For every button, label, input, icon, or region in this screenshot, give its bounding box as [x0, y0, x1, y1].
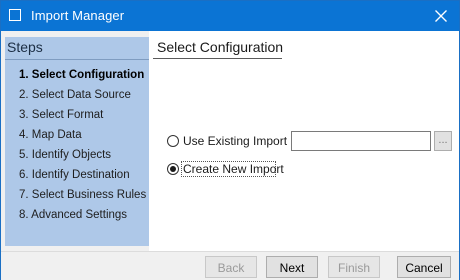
content-panel: Select Configuration Use Existing Import… — [149, 31, 459, 251]
steps-header: Steps — [7, 39, 43, 55]
step-map-data: 4. Map Data — [19, 129, 82, 141]
next-button[interactable]: Next — [266, 256, 318, 278]
app-window-icon — [9, 9, 21, 21]
step-identify-destination: 6. Identify Destination — [19, 169, 130, 181]
cancel-button[interactable]: Cancel — [397, 256, 451, 278]
close-icon — [435, 10, 447, 22]
use-existing-import-label[interactable]: Use Existing Import — [183, 134, 287, 148]
title-bar[interactable]: Import Manager — [1, 1, 459, 31]
existing-import-field[interactable] — [291, 131, 431, 151]
step-select-format: 3. Select Format — [19, 109, 104, 121]
browse-button[interactable]: ... — [434, 131, 452, 151]
button-bar: Back Next Finish Cancel — [1, 251, 459, 280]
create-new-import-radio[interactable] — [167, 163, 179, 175]
steps-panel: Steps 1. Select Configuration 2. Select … — [5, 37, 149, 246]
close-button[interactable] — [423, 1, 459, 31]
step-select-data-source: 2. Select Data Source — [19, 89, 131, 101]
step-select-configuration: 1. Select Configuration — [19, 69, 145, 81]
step-identify-objects: 5. Identify Objects — [19, 149, 112, 161]
use-existing-import-radio[interactable] — [167, 135, 179, 147]
step-advanced-settings: 8. Advanced Settings — [19, 209, 128, 221]
steps-divider — [5, 59, 149, 60]
radio-selected-dot — [170, 166, 176, 172]
step-select-business-rules: 7. Select Business Rules — [19, 189, 147, 201]
title-underline — [153, 58, 282, 59]
create-new-import-label[interactable]: Create New Import — [183, 162, 284, 176]
import-manager-window: Import Manager Steps 1. Select Configura… — [0, 0, 460, 280]
page-title: Select Configuration — [157, 39, 284, 55]
back-button[interactable]: Back — [205, 256, 257, 278]
finish-button[interactable]: Finish — [328, 256, 380, 278]
window-title: Import Manager — [31, 8, 125, 23]
